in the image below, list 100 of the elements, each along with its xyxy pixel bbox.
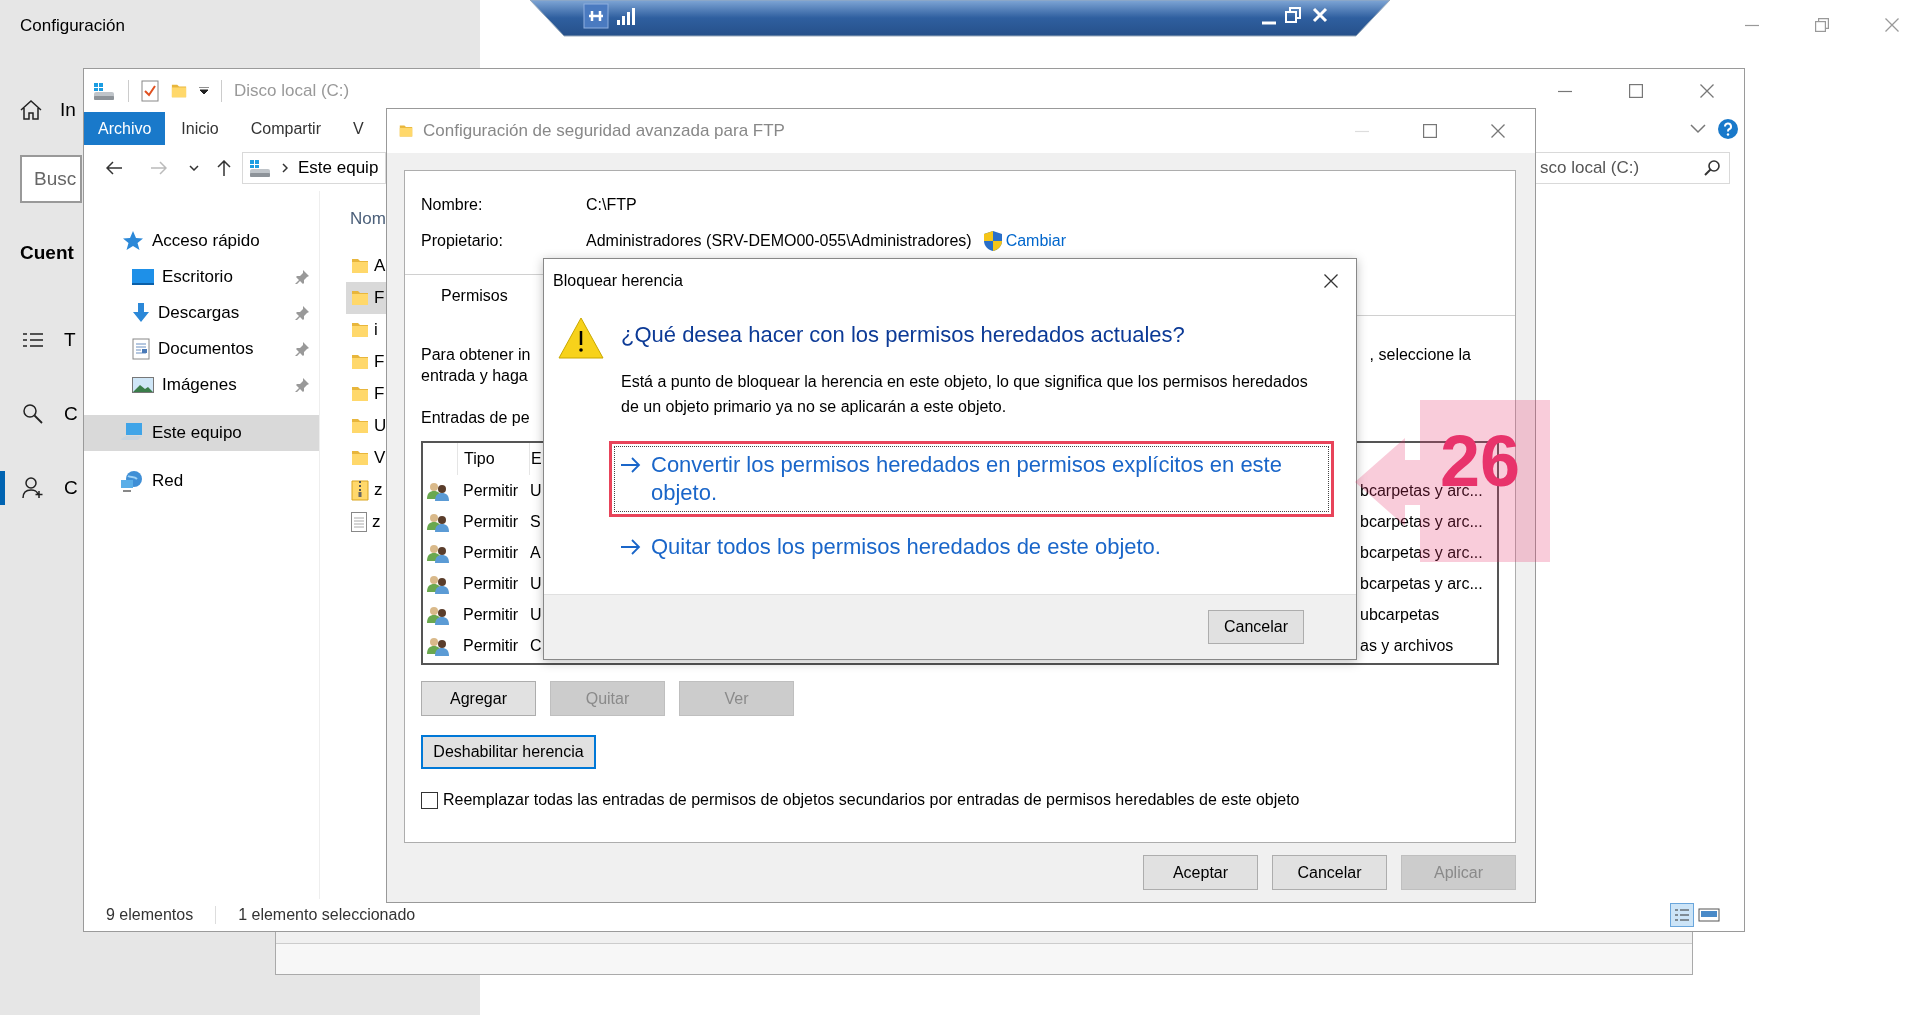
nav-item[interactable]: C [0, 471, 78, 505]
field-value: Administradores (SRV-DEMO00-055\Administradores) [586, 232, 972, 250]
nav-item[interactable]: Red [84, 463, 319, 499]
file-name: i [374, 320, 378, 340]
document-icon [132, 338, 150, 360]
nav-item[interactable]: Este equipo [84, 415, 319, 451]
download-arrow-icon [132, 303, 150, 323]
chevron-down-icon[interactable] [1690, 123, 1706, 134]
column-header[interactable]: Tipo [457, 443, 529, 475]
help-icon[interactable] [1718, 118, 1738, 139]
table-cell: C [529, 636, 543, 655]
users-icon [427, 511, 449, 532]
table-cell: U [529, 481, 543, 500]
file-row[interactable]: V [346, 442, 386, 474]
change-link[interactable]: Cambiar [1005, 232, 1067, 250]
pin-icon[interactable] [295, 378, 309, 392]
maximize-icon[interactable] [1423, 124, 1437, 138]
file-row[interactable]: z [346, 474, 386, 506]
ribbon-tab[interactable]: Inicio [165, 112, 235, 145]
disable-inheritance-button[interactable]: Deshabilitar herencia [421, 735, 596, 769]
folder-icon [351, 288, 369, 308]
dialog-message: Está a punto de bloquear la herencia en este objeto, lo que significa que los permisos heredados de un objeto primario ya no se aplicarán a este objeto. [621, 372, 1309, 417]
folder-icon [351, 352, 369, 372]
file-name: V [374, 448, 386, 468]
field-label: Propietario: [421, 232, 504, 250]
column-header[interactable]: Nom [350, 206, 386, 232]
file-row[interactable]: z [346, 506, 386, 538]
up-arrow-icon[interactable] [217, 160, 231, 176]
file-row[interactable]: i [346, 314, 386, 346]
command-link[interactable]: Convertir los permisos heredados en permisos explícitos en este objeto. [614, 446, 1329, 512]
nav-item[interactable]: T [0, 323, 78, 357]
checklist-icon[interactable] [141, 79, 159, 102]
cancel-button[interactable]: Cancelar [1208, 610, 1304, 644]
table-cell-text: Permitir [462, 481, 520, 500]
status-text: 1 elemento seleccionado [238, 906, 416, 924]
table-cell-text: Permitir [462, 543, 520, 562]
close-icon[interactable] [1324, 274, 1338, 288]
address-bar[interactable]: Este equip [242, 152, 386, 184]
ribbon-tab[interactable]: V [336, 112, 380, 145]
list-icon [22, 331, 44, 349]
command-link[interactable]: Quitar todos los permisos heredados de este objeto. [614, 528, 1329, 566]
instruction-text: entrada y haga [421, 366, 528, 386]
pin-icon[interactable] [295, 306, 309, 320]
minimize-icon[interactable] [1262, 21, 1276, 25]
home-icon [20, 99, 42, 121]
file-row[interactable]: U [346, 410, 386, 442]
restore-icon[interactable] [1285, 7, 1301, 23]
pin-icon[interactable] [295, 342, 309, 356]
nav-item[interactable]: Documentos [84, 331, 319, 367]
shield-icon [983, 231, 1002, 251]
nav-item[interactable]: Descargas [84, 295, 319, 331]
maximize-icon[interactable] [1629, 83, 1643, 98]
table-cell: U [529, 574, 543, 593]
pin-icon[interactable] [583, 3, 609, 29]
chevron-right-icon [282, 163, 288, 173]
window-title: Configuración [20, 15, 125, 37]
globe-icon [120, 470, 144, 492]
table-cell-text: Permitir [462, 512, 520, 531]
file-name: z [372, 512, 381, 532]
list-button[interactable]: Agregar [421, 681, 536, 716]
back-arrow-icon[interactable] [106, 161, 122, 175]
nav-item[interactable]: C [0, 397, 78, 431]
file-row[interactable]: A [346, 250, 386, 282]
caret-icon[interactable] [199, 86, 209, 95]
folder-icon [351, 320, 369, 340]
ribbon-tab[interactable]: Compartir [234, 112, 337, 145]
ribbon-tab[interactable]: Archivo [84, 112, 166, 145]
status-text: 9 elementos [106, 906, 194, 924]
file-row[interactable]: F [346, 378, 386, 410]
users-icon [427, 480, 449, 501]
breadcrumb[interactable]: Este equip [298, 158, 379, 178]
table-cell-text: Permitir [462, 636, 520, 655]
image-icon [132, 377, 154, 393]
table-cell-text: bcarpetas y arc... [1360, 512, 1484, 531]
pin-icon[interactable] [295, 270, 309, 284]
details-view-icon[interactable] [1670, 903, 1694, 927]
tab[interactable]: Permisos [405, 274, 545, 316]
search-icon [1704, 160, 1720, 176]
drive-icon [92, 80, 116, 101]
file-name: F [374, 352, 385, 372]
users-icon [427, 635, 449, 656]
folder-icon [351, 448, 369, 468]
users-icon [427, 542, 449, 563]
field-label: Nombre: [421, 196, 484, 214]
caret-icon[interactable] [189, 165, 199, 171]
nav-item[interactable]: Acceso rápido [84, 223, 319, 259]
dialog-button[interactable]: Aceptar [1143, 855, 1258, 890]
file-row[interactable]: F [346, 346, 386, 378]
checkbox[interactable] [421, 791, 438, 809]
restore-icon[interactable] [1815, 18, 1829, 32]
file-row[interactable]: F [346, 282, 386, 314]
nav-item[interactable]: Escritorio [84, 259, 319, 295]
nav-item[interactable]: Imágenes [84, 367, 319, 403]
file-icon [351, 512, 367, 532]
search-field[interactable]: Busc [20, 155, 82, 203]
dialog-button[interactable]: Cancelar [1272, 855, 1387, 890]
large-icons-view-icon[interactable] [1698, 907, 1720, 923]
window-title: Configuración de seguridad avanzada para FTP [423, 121, 785, 141]
instruction-text: , seleccione la [1369, 345, 1471, 365]
users-icon [427, 604, 449, 625]
